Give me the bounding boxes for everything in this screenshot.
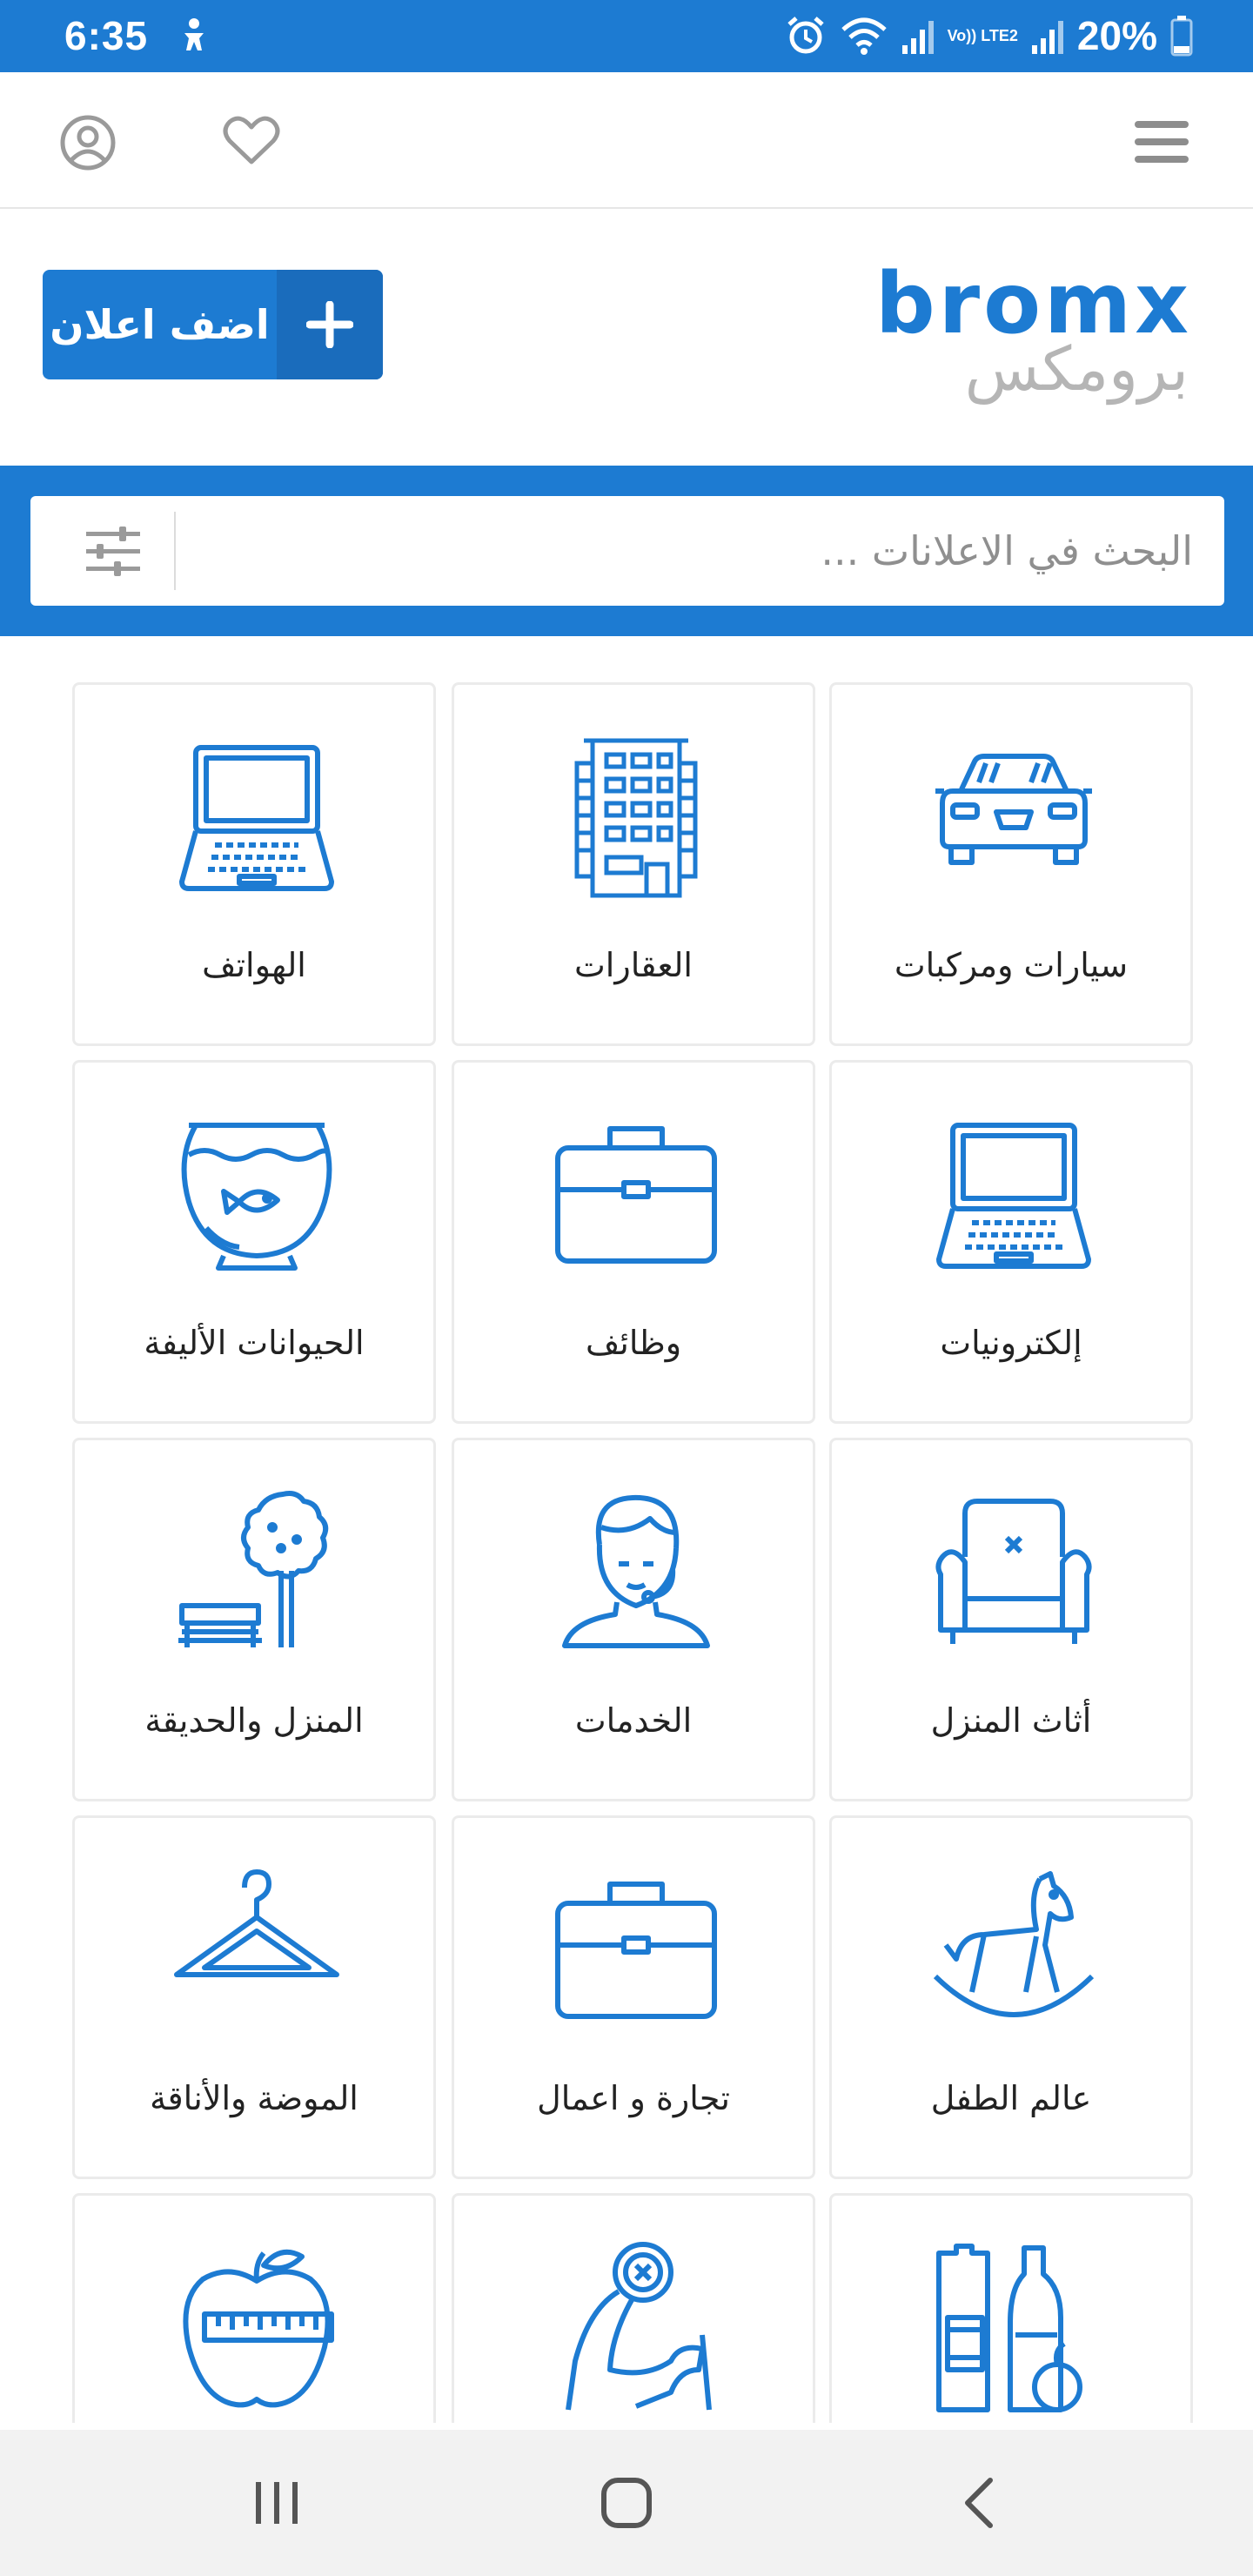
status-icons: Vo)) LTE2 20% [784, 10, 1194, 61]
category-label: الموضة والأناقة [150, 2079, 358, 2117]
tree-bench-icon [178, 1491, 329, 1647]
category-label: تجارة و اعمال [537, 2079, 730, 2117]
briefcase-icon [555, 1882, 717, 2019]
category-label: وظائف [585, 1324, 682, 1362]
signal-icon [901, 21, 934, 54]
category-grid: سيارات ومركبات العقارات الهواتف إلكتروني… [72, 682, 1195, 2423]
briefcase-icon [555, 1126, 717, 1264]
alarm-icon [787, 17, 824, 54]
category-jobs[interactable]: وظائف [452, 1060, 815, 1424]
category-label: إلكترونيات [940, 1324, 1082, 1362]
category-phones[interactable]: الهواتف [72, 682, 436, 1046]
filter-button[interactable] [65, 512, 161, 590]
search-box [30, 496, 1224, 606]
category-groceries[interactable] [829, 2193, 1193, 2423]
heart-icon [223, 116, 280, 164]
search-divider [174, 512, 176, 590]
laptop-icon [179, 745, 334, 891]
fitness-arm-icon [566, 2242, 712, 2411]
category-label: الحيوانات الأليفة [144, 1324, 365, 1362]
search-band [0, 466, 1253, 636]
hanger-icon [174, 1869, 339, 1977]
category-business[interactable]: تجارة و اعمال [452, 1815, 815, 2179]
category-label: الهواتف [202, 946, 306, 984]
category-label: العقارات [574, 946, 693, 984]
apple-measure-icon [183, 2249, 334, 2408]
rocking-horse-icon [933, 1871, 1095, 2017]
category-kids[interactable]: عالم الطفل [829, 1815, 1193, 2179]
support-agent-icon [562, 1494, 710, 1648]
category-label: المنزل والحديقة [144, 1701, 364, 1740]
category-label: عالم الطفل [930, 2079, 1092, 2117]
back-icon [965, 2478, 993, 2528]
category-cars[interactable]: سيارات ومركبات [829, 682, 1193, 1046]
category-health[interactable] [72, 2193, 436, 2423]
category-label: أثاث المنزل [930, 1701, 1092, 1740]
add-ad-label: اضف اعلان [50, 301, 270, 348]
back-button[interactable] [936, 2468, 1020, 2538]
account-button[interactable] [52, 107, 124, 178]
category-fashion[interactable]: الموضة والأناقة [72, 1815, 436, 2179]
recents-icon [256, 2482, 298, 2524]
category-real-estate[interactable]: العقارات [452, 682, 815, 1046]
battery-icon [1170, 16, 1193, 57]
armchair-icon [935, 1499, 1092, 1644]
category-fitness[interactable] [452, 2193, 815, 2423]
menu-icon [1135, 121, 1189, 163]
signal-icon [1031, 21, 1063, 54]
status-time: 6:35 [64, 13, 149, 58]
category-home-garden[interactable]: المنزل والحديقة [72, 1438, 436, 1801]
fishbowl-icon [181, 1123, 332, 1271]
recents-button[interactable] [235, 2468, 318, 2538]
wifi-icon [841, 17, 887, 55]
bromx-logo: bromx برومكس [861, 255, 1192, 405]
category-label: الخدمات [574, 1701, 693, 1740]
category-electronics[interactable]: إلكترونيات [829, 1060, 1193, 1424]
system-nav-bar [0, 2430, 1253, 2576]
building-icon [574, 738, 698, 898]
category-furniture[interactable]: أثاث المنزل [829, 1438, 1193, 1801]
plus-icon [277, 270, 383, 379]
status-bar: 6:35 Vo)) LTE2 20% [0, 0, 1253, 72]
home-button[interactable] [585, 2468, 668, 2538]
category-services[interactable]: الخدمات [452, 1438, 815, 1801]
laptop-icon [936, 1123, 1091, 1269]
sliders-icon [86, 527, 140, 576]
category-label: سيارات ومركبات [894, 946, 1129, 984]
app-header [0, 72, 1253, 209]
category-pets[interactable]: الحيوانات الأليفة [72, 1060, 436, 1424]
home-icon [601, 2478, 652, 2528]
add-ad-button[interactable]: اضف اعلان [43, 270, 383, 379]
menu-button[interactable] [1126, 111, 1197, 173]
accessibility-icon [184, 18, 204, 50]
user-circle-icon [60, 115, 116, 171]
battery-percent: 20% [1076, 13, 1157, 58]
groceries-icon [936, 2244, 1082, 2412]
favorites-button[interactable] [216, 105, 287, 177]
brand-row: اضف اعلان bromx برومكس [0, 209, 1253, 466]
search-input[interactable] [236, 496, 1193, 606]
logo-arabic: برومكس [964, 333, 1189, 405]
car-icon [935, 754, 1092, 865]
network-label: Vo)) LTE2 [947, 27, 1018, 44]
